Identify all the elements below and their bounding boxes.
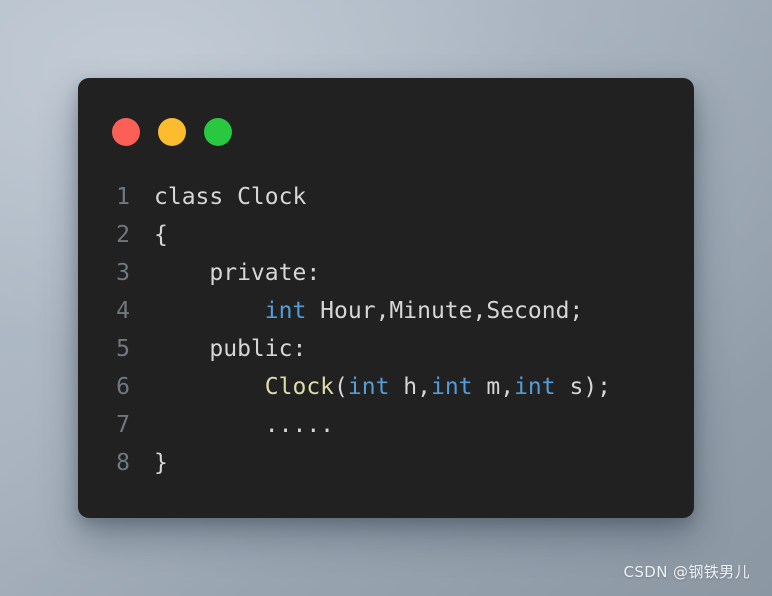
code-snippet-card: 1 class Clock 2{3 private: 4 int Hour,Minut… bbox=[78, 78, 694, 518]
code-line: 5 public: bbox=[78, 330, 694, 368]
code-line: 8} bbox=[78, 444, 694, 482]
code-token-default: class Clock bbox=[154, 184, 307, 210]
code-token-keyword: int bbox=[347, 374, 390, 400]
maximize-window-button[interactable] bbox=[204, 118, 232, 146]
code-line: 4 int Hour,Minute,Second; bbox=[78, 292, 694, 330]
code-editor-body: 1 class Clock 2{3 private: 4 int Hour,Minut… bbox=[78, 178, 694, 482]
code-token-default: public: bbox=[154, 336, 307, 362]
code-token-default bbox=[154, 374, 265, 400]
line-number: 1 bbox=[116, 184, 130, 210]
code-line: 3 private: bbox=[78, 254, 694, 292]
line-content[interactable]: { bbox=[140, 216, 168, 254]
code-token-default: s); bbox=[555, 374, 612, 400]
line-number: 5 bbox=[116, 336, 130, 362]
code-line: 1 class Clock bbox=[78, 178, 694, 216]
line-content[interactable]: ..... bbox=[140, 406, 334, 444]
line-number: 4 bbox=[116, 298, 130, 324]
line-number: 8 bbox=[116, 450, 130, 476]
line-number: 2 bbox=[116, 222, 130, 248]
code-token-function: Clock bbox=[264, 374, 335, 400]
code-line: 7 ..... bbox=[78, 406, 694, 444]
line-content[interactable]: Clock(int h,int m,int s); bbox=[140, 368, 611, 406]
code-token-default bbox=[154, 298, 265, 324]
code-token-default: ( bbox=[334, 374, 348, 400]
minimize-window-button[interactable] bbox=[158, 118, 186, 146]
code-token-keyword: int bbox=[264, 298, 307, 324]
line-content[interactable]: private: bbox=[140, 254, 320, 292]
line-content[interactable]: class Clock bbox=[140, 178, 306, 216]
code-token-default: h, bbox=[389, 374, 431, 400]
code-token-default: } bbox=[154, 450, 168, 476]
line-number: 7 bbox=[116, 412, 130, 438]
code-token-default: Hour,Minute,Second; bbox=[306, 298, 584, 324]
line-content[interactable]: int Hour,Minute,Second; bbox=[140, 292, 584, 330]
screenshot-canvas: 1 class Clock 2{3 private: 4 int Hour,Minut… bbox=[0, 0, 772, 596]
line-number: 6 bbox=[116, 374, 130, 400]
code-token-default: m, bbox=[472, 374, 515, 400]
code-line: 6 Clock(int h,int m,int s); bbox=[78, 368, 694, 406]
csdn-watermark: CSDN @钢铁男儿 bbox=[623, 563, 750, 581]
code-line: 2{ bbox=[78, 216, 694, 254]
code-token-keyword: int bbox=[430, 374, 473, 400]
window-controls bbox=[112, 118, 232, 146]
code-token-default: private: bbox=[154, 260, 321, 286]
code-token-default: { bbox=[154, 222, 168, 248]
line-number: 3 bbox=[116, 260, 130, 286]
line-content[interactable]: public: bbox=[140, 330, 306, 368]
close-window-button[interactable] bbox=[112, 118, 140, 146]
code-token-default: ..... bbox=[154, 412, 335, 438]
code-token-keyword: int bbox=[514, 374, 556, 400]
line-content[interactable]: } bbox=[140, 444, 168, 482]
